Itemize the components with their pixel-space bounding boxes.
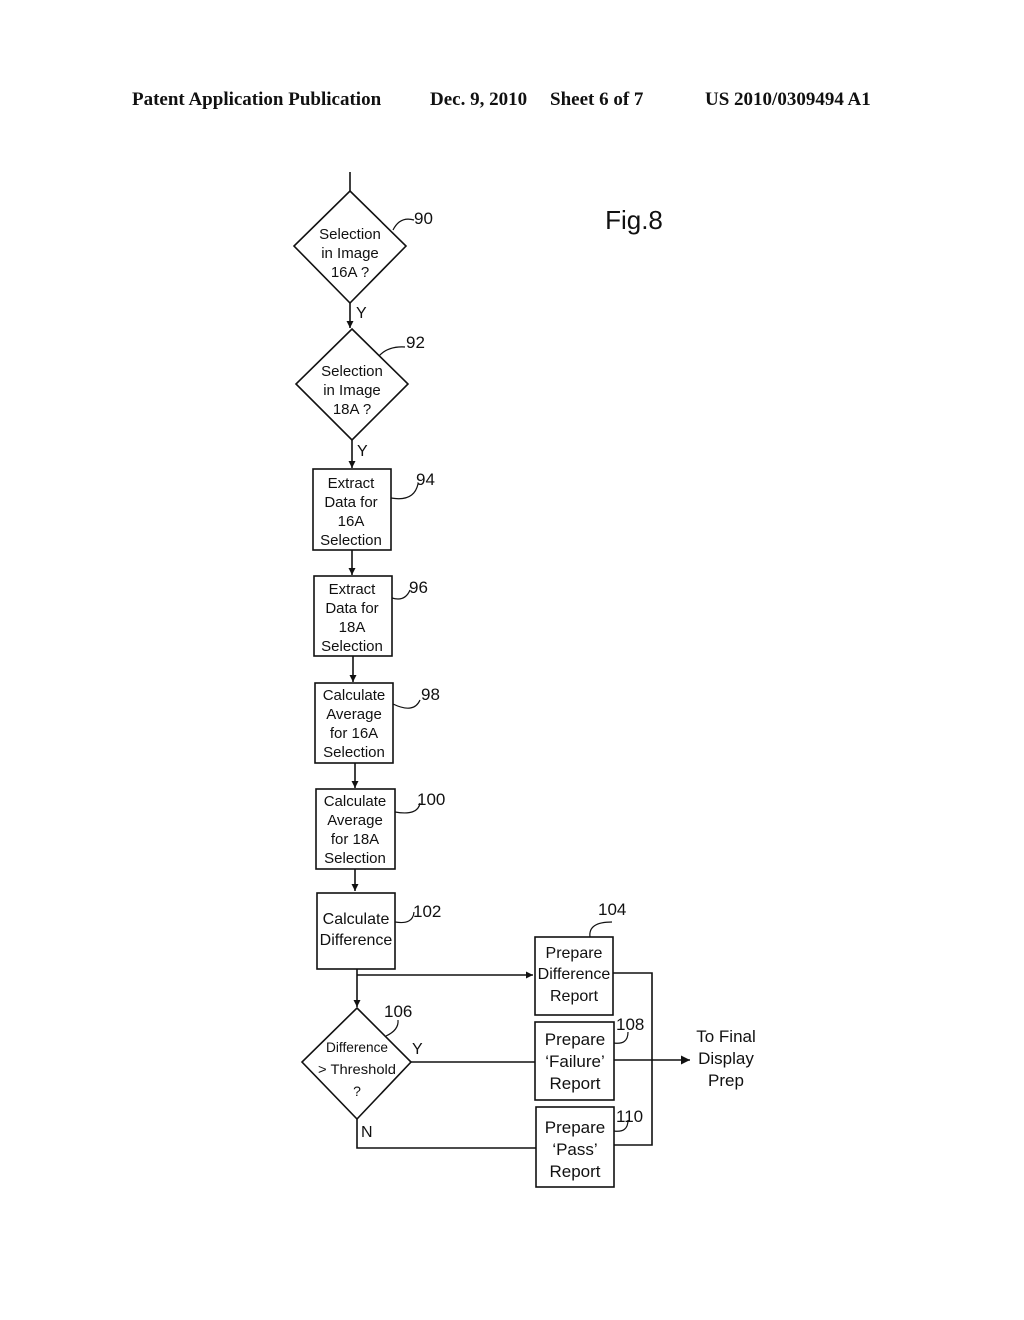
node-text: Prepare [545, 1030, 605, 1049]
reference-numeral: 110 [616, 1107, 643, 1126]
edge-label-yes: Y [356, 305, 367, 322]
reference-numeral: 90 [414, 209, 433, 228]
process-98: Calculate Average for 16A Selection 98 [314, 682, 440, 764]
node-text: in Image [321, 245, 379, 262]
process-102: Calculate Difference 102 [316, 892, 441, 970]
node-text: ? [353, 1083, 361, 1099]
node-text: Report [549, 1074, 600, 1093]
node-text: Difference [326, 1039, 388, 1055]
node-text: Selection [323, 744, 385, 761]
output-text: Prep [708, 1071, 744, 1090]
node-text: Calculate [324, 793, 387, 810]
reference-numeral: 108 [616, 1015, 644, 1034]
decision-92: Selection in Image 18A ? 92 [294, 327, 425, 442]
process-96: Extract Data for 18A Selection 96 [313, 575, 428, 657]
node-text: Data for [325, 600, 378, 617]
node-text: for 18A [331, 831, 379, 848]
node-text: Calculate [323, 911, 390, 928]
decision-106: Difference > Threshold ? 106 [300, 1002, 412, 1121]
output-text: Display [698, 1049, 754, 1068]
node-text: Extract [328, 475, 376, 492]
node-text: 18A [339, 619, 366, 636]
node-text: Selection [321, 638, 383, 655]
node-text: 18A ? [333, 401, 371, 418]
reference-numeral: 92 [406, 333, 425, 352]
reference-numeral: 106 [384, 1002, 412, 1021]
node-text: ‘Pass’ [552, 1140, 597, 1159]
node-text: Report [549, 1162, 600, 1181]
node-text: Average [326, 706, 382, 723]
reference-leader [392, 699, 421, 709]
process-box [316, 892, 396, 970]
node-text: Selection [321, 363, 383, 380]
node-text: Difference [538, 966, 611, 983]
node-text: Extract [329, 581, 377, 598]
node-text: Calculate [323, 687, 386, 704]
reference-leader [589, 921, 613, 938]
node-text: 16A ? [331, 264, 369, 281]
node-text: Selection [320, 532, 382, 549]
flowchart: Fig.8 Y Y Y N Selection in Image 16A ? 9… [292, 172, 756, 1188]
reference-leader [378, 346, 406, 357]
decision-90: Selection in Image 16A ? 90 [292, 189, 433, 305]
output-terminal: To Final Display Prep [696, 1027, 756, 1090]
node-text: for 16A [330, 725, 378, 742]
process-100: Calculate Average for 18A Selection 100 [315, 788, 445, 870]
node-text: Selection [319, 226, 381, 243]
edge-label-yes: Y [357, 443, 368, 460]
process-104: Prepare Difference Report 104 [534, 900, 626, 1016]
reference-numeral: 104 [598, 900, 626, 919]
node-text: Selection [324, 850, 386, 867]
reference-leader [385, 1019, 399, 1037]
node-text: in Image [323, 382, 381, 399]
node-text: Data for [324, 494, 377, 511]
output-text: To Final [696, 1027, 756, 1046]
edge-label-no: N [361, 1124, 373, 1141]
reference-numeral: 100 [417, 790, 445, 809]
reference-leader [392, 218, 415, 231]
edge-106-110-no [356, 1119, 536, 1149]
edge-label-yes: Y [412, 1041, 423, 1058]
node-text: Average [327, 812, 383, 829]
process-108: Prepare ‘Failure’ Report 108 [534, 1015, 644, 1101]
figure-label: Fig.8 [605, 205, 663, 235]
node-text: Prepare [545, 1118, 605, 1137]
reference-numeral: 94 [416, 470, 435, 489]
node-text: ‘Failure’ [545, 1052, 605, 1071]
reference-numeral: 102 [413, 902, 441, 921]
reference-leader [391, 589, 411, 600]
node-text: 16A [338, 513, 365, 530]
node-text: Difference [320, 932, 393, 949]
reference-numeral: 96 [409, 578, 428, 597]
node-text: Report [550, 988, 599, 1005]
process-110: Prepare ‘Pass’ Report 110 [535, 1106, 643, 1188]
reference-leader [390, 483, 419, 500]
reference-numeral: 98 [421, 685, 440, 704]
node-text: Prepare [546, 945, 603, 962]
process-94: Extract Data for 16A Selection 94 [312, 468, 435, 551]
node-text: > Threshold [318, 1061, 396, 1077]
reference-leader [394, 911, 415, 924]
